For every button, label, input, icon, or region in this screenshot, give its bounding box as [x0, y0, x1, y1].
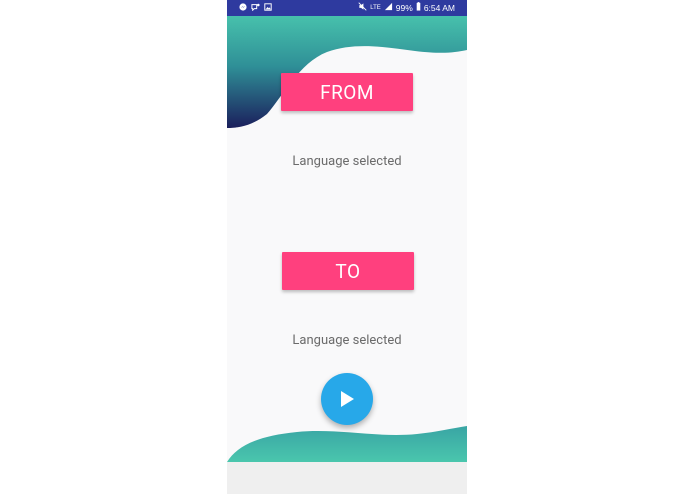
status-time: 6:54 AM: [423, 3, 455, 13]
mute-icon: [358, 0, 367, 16]
to-button-label: TO: [335, 259, 361, 283]
from-button-label: FROM: [320, 80, 374, 104]
to-language-selected: Language selected: [292, 333, 402, 348]
status-bar-right: LTE 99% 6:54 AM: [358, 0, 455, 16]
image-icon: [264, 0, 272, 16]
signal-icon: [384, 0, 393, 16]
battery-icon: [416, 0, 421, 16]
to-button[interactable]: TO: [282, 252, 414, 290]
messenger-icon: [239, 0, 247, 16]
phone-screen: LTE 99% 6:54 AM FROM Language selected T…: [227, 0, 467, 494]
status-bar: LTE 99% 6:54 AM: [227, 0, 467, 16]
from-button[interactable]: FROM: [281, 73, 413, 111]
notification-icon: [251, 0, 260, 16]
status-bar-left: [239, 0, 272, 16]
navigation-bar-area: [227, 462, 467, 494]
play-button[interactable]: [321, 373, 373, 425]
from-language-selected: Language selected: [292, 154, 402, 169]
play-icon: [341, 391, 354, 407]
battery-percent: 99%: [395, 3, 413, 13]
lte-label: LTE: [370, 4, 381, 11]
app-screen: FROM Language selected TO Language selec…: [227, 16, 467, 462]
